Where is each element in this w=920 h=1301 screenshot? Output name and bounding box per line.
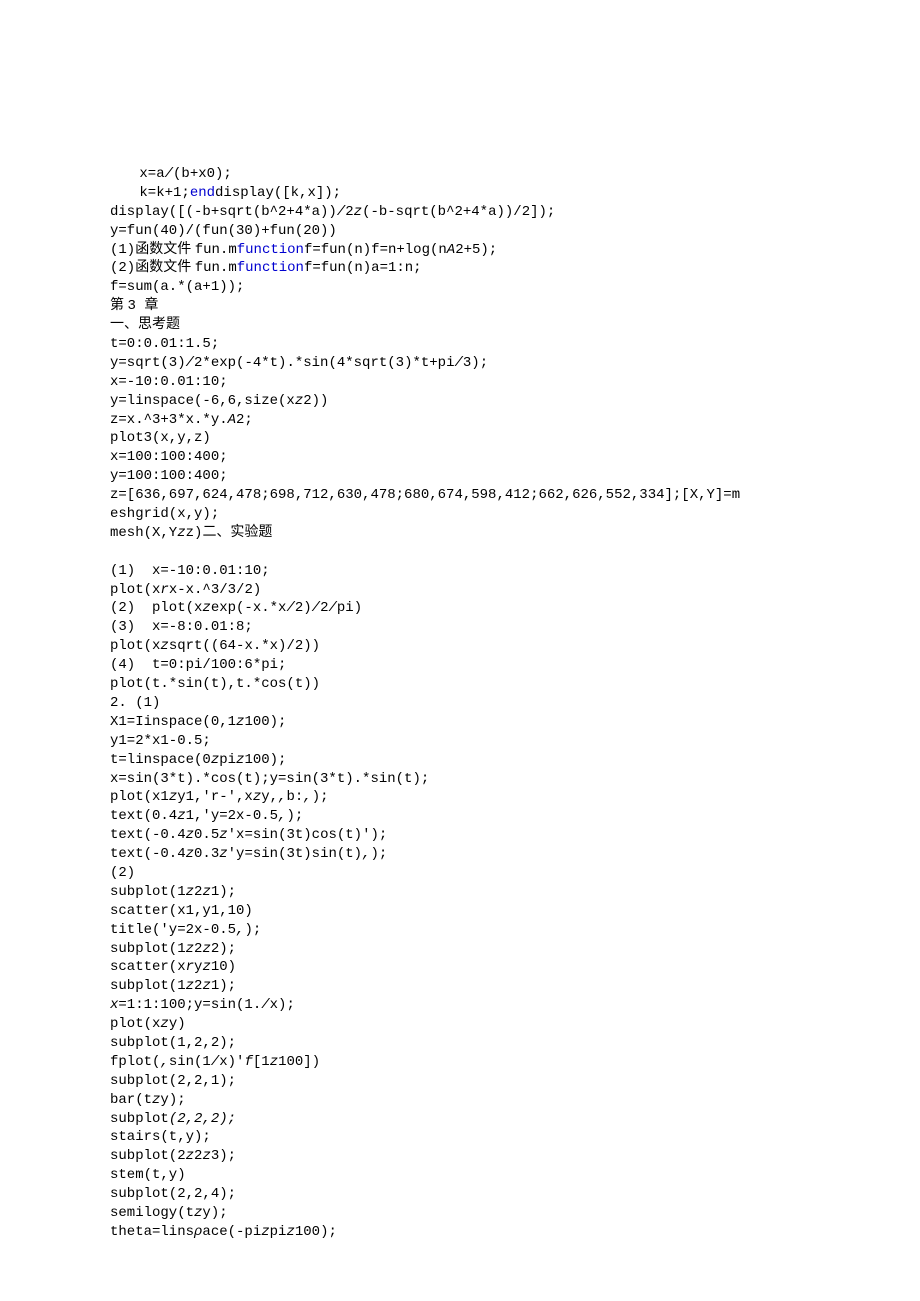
code-line: (1)函数文件 fun.mfunctionf=fun(n)f=n+log(nA2…	[110, 241, 920, 260]
code-line	[110, 543, 920, 562]
code-line: subplot(1z2z2);	[110, 940, 920, 959]
code-line: subplot(2,2,4);	[110, 1185, 920, 1204]
code-line: plot(xrx-x.^3/3/2)	[110, 581, 920, 600]
code-line: subplot(1z2z1);	[110, 883, 920, 902]
code-line: (4) t=0:pi/100:6*pi;	[110, 656, 920, 675]
code-line: (2)	[110, 864, 920, 883]
code-line: eshgrid(x,y);	[110, 505, 920, 524]
code-line: theta=linsρace(-pizpiz100);	[110, 1223, 920, 1242]
code-line: scatter(x1,y1,10)	[110, 902, 920, 921]
code-line: 第 3 章	[110, 297, 920, 316]
code-line: semilogy(tzy);	[110, 1204, 920, 1223]
code-line: plot3(x,y,z)	[110, 429, 920, 448]
code-line: subplot(1,2,2);	[110, 1034, 920, 1053]
code-line: (3) x=-8:0.01:8;	[110, 618, 920, 637]
code-line: (2)函数文件 fun.mfunctionf=fun(n)a=1:n;	[110, 259, 920, 278]
code-line: 2. (1)	[110, 694, 920, 713]
code-line: z=[636,697,624,478;698,712,630,478;680,6…	[110, 486, 920, 505]
code-line: y1=2*x1-0.5;	[110, 732, 920, 751]
code-line: y=fun(40)/(fun(30)+fun(20))	[110, 222, 920, 241]
code-line: z=x.^3+3*x.*y.A2;	[110, 411, 920, 430]
code-line: subplot(1z2z1);	[110, 977, 920, 996]
code-line: (1) x=-10:0.01:10;	[110, 562, 920, 581]
code-line: y=100:100:400;	[110, 467, 920, 486]
code-line: subplot(2z2z3);	[110, 1147, 920, 1166]
code-line: subplot(2,2,2);	[110, 1110, 920, 1129]
document-page: x=a/(b+x0);k=k+1;enddisplay([k,x]);displ…	[0, 0, 920, 1301]
code-line: x=1:1:100;y=sin(1./x);	[110, 996, 920, 1015]
code-line: t=linspace(0zpiz100);	[110, 751, 920, 770]
code-line: x=sin(3*t).*cos(t);y=sin(3*t).*sin(t);	[110, 770, 920, 789]
code-line: x=-10:0.01:10;	[110, 373, 920, 392]
code-line: f=sum(a.*(a+1));	[110, 278, 920, 297]
code-line: k=k+1;enddisplay([k,x]);	[110, 184, 920, 203]
code-line: bar(tzy);	[110, 1091, 920, 1110]
code-line: y=sqrt(3)/2*exp(-4*t).*sin(4*sqrt(3)*t+p…	[110, 354, 920, 373]
code-line: plot(t.*sin(t),t.*cos(t))	[110, 675, 920, 694]
code-line: fplot(,sin(1/x)'f[1z100])	[110, 1053, 920, 1072]
code-line: (2) plot(xzexp(-x.*x/2)/2/pi)	[110, 599, 920, 618]
code-line: x=a/(b+x0);	[110, 165, 920, 184]
code-line: x=100:100:400;	[110, 448, 920, 467]
code-line: plot(x1zy1,'r-',xzy,,b:,);	[110, 788, 920, 807]
code-line: stem(t,y)	[110, 1166, 920, 1185]
code-line: 一、思考题	[110, 316, 920, 335]
code-line: t=0:0.01:1.5;	[110, 335, 920, 354]
code-line: display([(-b+sqrt(b^2+4*a))/2z(-b-sqrt(b…	[110, 203, 920, 222]
code-line: mesh(X,Yzz)二、实验题	[110, 524, 920, 543]
code-line: plot(xzsqrt((64-x.*x)/2))	[110, 637, 920, 656]
code-line: y=linspace(-6,6,size(xz2))	[110, 392, 920, 411]
code-line: plot(xzy)	[110, 1015, 920, 1034]
code-line: text(0.4z1,'y=2x-0.5,);	[110, 807, 920, 826]
code-line: title('y=2x-0.5,);	[110, 921, 920, 940]
code-line: text(-0.4z0.3z'y=sin(3t)sin(t),);	[110, 845, 920, 864]
code-line: text(-0.4z0.5z'x=sin(3t)cos(t)');	[110, 826, 920, 845]
code-line: scatter(xryz10)	[110, 958, 920, 977]
code-line: X1=Iinspace(0,1z100);	[110, 713, 920, 732]
code-line: subplot(2,2,1);	[110, 1072, 920, 1091]
code-line: stairs(t,y);	[110, 1128, 920, 1147]
